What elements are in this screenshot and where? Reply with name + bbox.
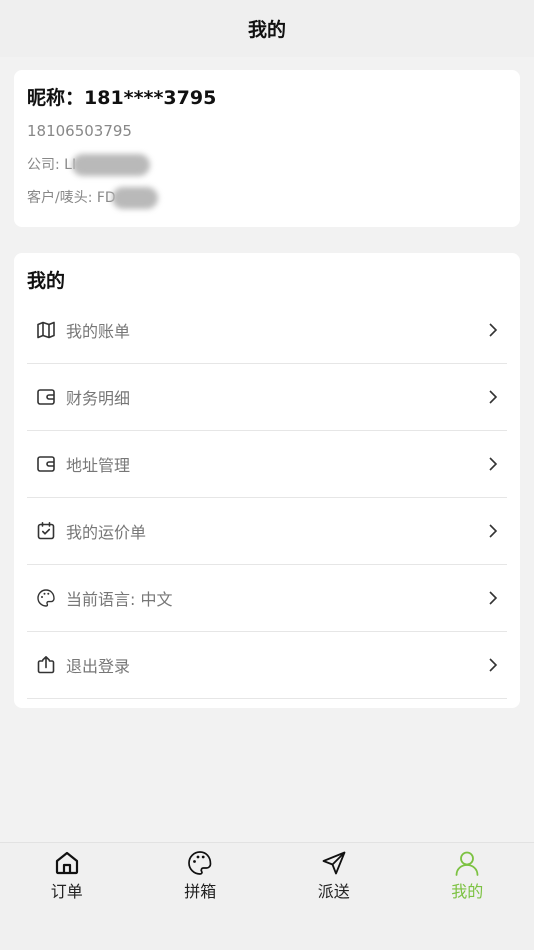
wallet-icon [35,386,57,408]
tab-label: 派送 [317,882,350,901]
calendar-check-icon [35,520,57,542]
menu-item-label: 我的账单 [66,322,131,341]
menu-item-label: 我的运价单 [66,523,147,542]
chevron-right-icon [485,523,501,539]
menu-item-label: 退出登录 [66,657,131,676]
map-icon [35,319,57,341]
menu-item-label: 当前语言: 中文 [66,590,173,609]
menu-item-rate-sheet[interactable]: 我的运价单 [27,498,507,565]
tab-consolidation[interactable]: 拼箱 [134,843,268,950]
tab-label: 我的 [451,882,484,901]
tab-delivery[interactable]: 派送 [267,843,401,950]
menu-item-finance-details[interactable]: 财务明细 [27,364,507,431]
company-row: 公司: LI [27,154,507,176]
chevron-right-icon [485,590,501,606]
phone-number: 18106503795 [27,122,132,140]
bottom-tab-bar: 订单 拼箱 派送 我的 [0,842,534,950]
menu-item-language[interactable]: 当前语言: 中文 [27,565,507,632]
share-out-icon [35,654,57,676]
menu-title: 我的 [27,270,66,292]
chevron-right-icon [485,389,501,405]
page-title: 我的 [247,19,286,41]
chevron-right-icon [485,657,501,673]
profile-card: 昵称：181****3795 18106503795 公司: LI 客户/唛头:… [14,70,520,227]
menu-item-label: 地址管理 [66,456,131,475]
tab-mine[interactable]: 我的 [401,843,534,950]
company-label: 公司: LI [27,157,77,173]
nickname: 昵称：181****3795 [27,87,217,109]
palette-icon [185,848,215,878]
send-icon [319,848,349,878]
customer-row: 客户/唛头: FD [27,187,507,209]
company-redacted [72,154,151,176]
customer-redacted [111,187,158,209]
my-menu-card: 我的 我的账单 财务明细 地址管理 我的运价单 当前语言: 中文 退出登录 [14,253,520,708]
tab-orders[interactable]: 订单 [0,843,134,950]
menu-item-logout[interactable]: 退出登录 [27,632,507,699]
customer-label: 客户/唛头: FD [27,190,116,206]
home-icon [52,848,82,878]
menu-item-bills[interactable]: 我的账单 [27,297,507,364]
wallet-icon [35,453,57,475]
menu-item-label: 财务明细 [66,389,131,408]
tab-label: 订单 [50,882,83,901]
palette-icon [35,587,57,609]
user-icon [452,848,482,878]
page-header: 我的 [0,0,534,57]
tab-label: 拼箱 [184,882,217,901]
chevron-right-icon [485,322,501,338]
chevron-right-icon [485,456,501,472]
menu-item-address-management[interactable]: 地址管理 [27,431,507,498]
